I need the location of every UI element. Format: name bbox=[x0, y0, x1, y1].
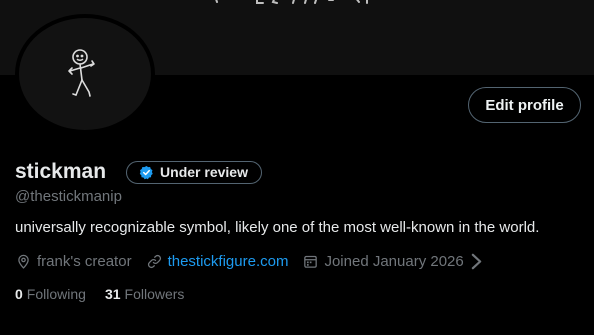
banner-doodle bbox=[215, 0, 368, 4]
profile-location: frank's creator bbox=[15, 253, 132, 270]
profile-avatar[interactable] bbox=[15, 14, 155, 134]
followers-link[interactable]: 31 Followers bbox=[105, 286, 184, 302]
followers-label: Followers bbox=[124, 286, 185, 302]
calendar-icon bbox=[304, 255, 318, 268]
chevron-right-icon[interactable] bbox=[468, 253, 485, 270]
follow-stats-row: 0 Following 31 Followers bbox=[15, 286, 203, 302]
joined-text: Joined January 2026 bbox=[324, 252, 464, 270]
following-count: 0 bbox=[15, 286, 23, 302]
profile-website[interactable]: thestickfigure.com bbox=[146, 253, 289, 270]
link-icon bbox=[147, 254, 161, 268]
followers-count: 31 bbox=[104, 286, 121, 302]
location-pin-icon bbox=[18, 254, 29, 269]
verification-status-badge[interactable]: Under review bbox=[126, 160, 262, 184]
location-text: frank's creator bbox=[37, 252, 132, 270]
profile-display-name: stickman bbox=[15, 160, 107, 183]
website-link[interactable]: thestickfigure.com bbox=[168, 253, 289, 270]
badge-label: Under review bbox=[160, 164, 248, 180]
profile-handle: @thestickmanip bbox=[15, 188, 122, 205]
verified-check-icon bbox=[139, 165, 153, 179]
following-label: Following bbox=[26, 286, 86, 302]
profile-bio: universally recognizable symbol, likely … bbox=[15, 219, 540, 236]
profile-meta-row: frank's creator thestickfigure.com Joine… bbox=[15, 251, 504, 271]
profile-name-row: stickman Under review bbox=[15, 159, 262, 185]
stick-figure-image bbox=[68, 49, 95, 97]
profile-joined-date[interactable]: Joined January 2026 bbox=[302, 253, 489, 270]
edit-profile-button[interactable]: Edit profile bbox=[468, 87, 581, 123]
following-link[interactable]: 0 Following bbox=[15, 286, 86, 302]
